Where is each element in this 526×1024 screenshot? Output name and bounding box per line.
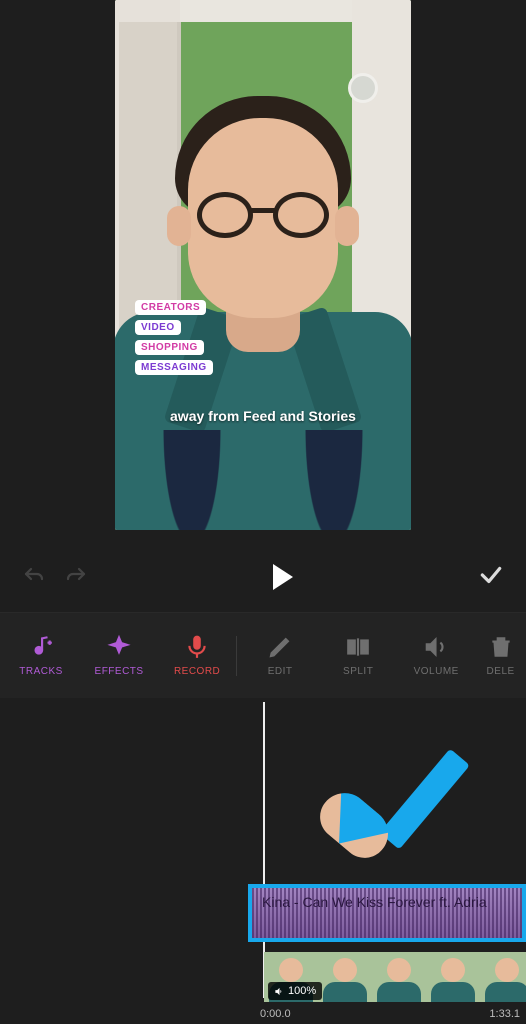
- video-thumb: [426, 952, 480, 1002]
- transport-controls: [0, 552, 526, 602]
- video-volume-badge[interactable]: 100%: [268, 982, 322, 1000]
- tool-label: SPLIT: [343, 666, 373, 677]
- preview-tag: SHOPPING: [135, 340, 204, 355]
- preview-tag: CREATORS: [135, 300, 206, 315]
- video-preview-area: CREATORS VIDEO SHOPPING MESSAGING away f…: [0, 0, 526, 540]
- preview-ceiling-detector: [351, 76, 375, 100]
- audio-clip-title: Kina - Can We Kiss Forever ft. Adria: [262, 894, 518, 910]
- sparkle-icon: [106, 634, 132, 660]
- music-plus-icon: [28, 634, 54, 660]
- time-start: 0:00.0: [260, 1008, 291, 1020]
- confirm-button[interactable]: [478, 562, 504, 593]
- time-ruler: 0:00.0 1:33.1: [0, 1008, 526, 1024]
- split-icon: [345, 634, 371, 660]
- tool-record[interactable]: RECORD: [158, 634, 236, 677]
- mic-icon: [184, 634, 210, 660]
- audio-clip-selected[interactable]: Kina - Can We Kiss Forever ft. Adria: [248, 884, 526, 942]
- tool-split: SPLIT: [319, 634, 397, 677]
- tool-tracks[interactable]: TRACKS: [2, 634, 80, 677]
- tool-label: TRACKS: [19, 666, 63, 677]
- tool-delete: DELE: [475, 634, 526, 677]
- edit-toolbar: TRACKS EFFECTS RECORD EDIT SPLIT VOLUME DELE: [0, 612, 526, 698]
- preview-caption: away from Feed and Stories: [115, 408, 411, 424]
- tool-label: VOLUME: [414, 666, 459, 677]
- trash-icon: [488, 634, 514, 660]
- tool-edit: EDIT: [241, 634, 319, 677]
- tool-label: EDIT: [268, 666, 293, 677]
- toolbar-separator: [236, 636, 237, 676]
- redo-icon[interactable]: [64, 565, 88, 589]
- preview-glasses: [197, 192, 329, 238]
- preview-tag-stack: CREATORS VIDEO SHOPPING MESSAGING: [135, 300, 213, 375]
- video-thumb: [318, 952, 372, 1002]
- tool-effects[interactable]: EFFECTS: [80, 634, 158, 677]
- video-thumb: [372, 952, 426, 1002]
- tool-label: RECORD: [174, 666, 220, 677]
- undo-icon[interactable]: [22, 565, 46, 589]
- speaker-icon: [274, 986, 285, 997]
- play-button[interactable]: [273, 564, 293, 590]
- preview-tag: VIDEO: [135, 320, 181, 335]
- video-preview[interactable]: CREATORS VIDEO SHOPPING MESSAGING away f…: [115, 0, 411, 530]
- time-end: 1:33.1: [489, 1008, 520, 1020]
- tool-label: DELE: [487, 666, 515, 677]
- video-volume-value: 100%: [288, 985, 316, 997]
- annotation-arrow: [318, 701, 522, 906]
- pencil-icon: [267, 634, 293, 660]
- speaker-icon: [423, 634, 449, 660]
- preview-tag: MESSAGING: [135, 360, 213, 375]
- timeline[interactable]: Kina - Can We Kiss Forever ft. Adria 100…: [0, 698, 526, 1024]
- video-thumb: [480, 952, 526, 1002]
- tool-volume: VOLUME: [397, 634, 475, 677]
- tool-label: EFFECTS: [95, 666, 144, 677]
